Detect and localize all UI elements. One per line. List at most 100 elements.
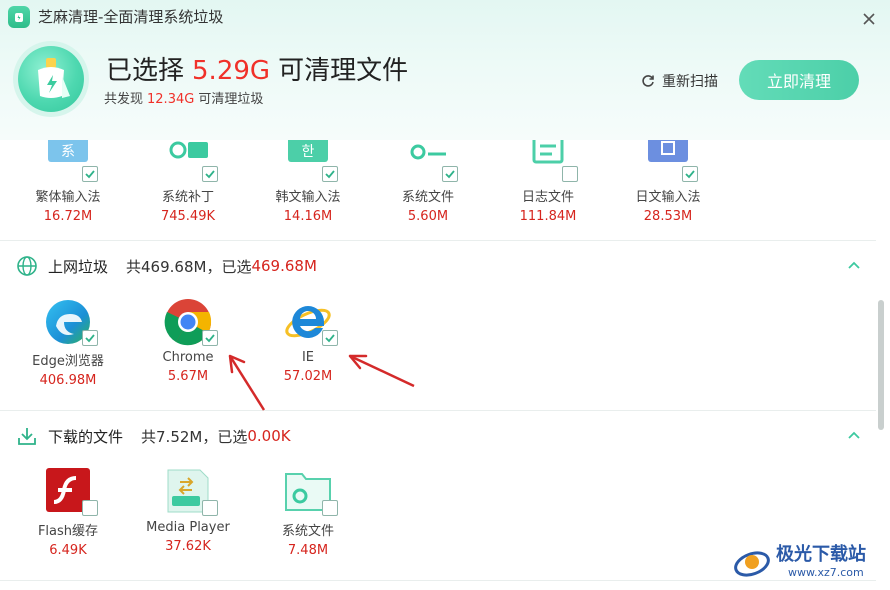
item-label: 系统文件 (281, 524, 334, 539)
item-label: Chrome (162, 350, 214, 365)
item-size: 28.53M (643, 209, 693, 224)
list-item[interactable]: 系统补丁 745.49K (128, 140, 248, 224)
item-size: 6.49K (49, 543, 87, 558)
list-item[interactable]: Edge浏览器 406.98M (8, 296, 128, 388)
item-label: Media Player (146, 520, 230, 535)
traditional-input-icon: 系 (42, 140, 98, 184)
section-total: 共469.68M，已选 (126, 257, 252, 276)
edge-icon (42, 296, 98, 348)
svg-text:한: 한 (302, 144, 315, 160)
list-item[interactable]: 日志文件 111.84M (488, 140, 608, 224)
download-icon (18, 428, 36, 445)
item-label: 日文输入法 (635, 190, 701, 205)
item-label: Edge浏览器 (32, 354, 104, 369)
chevron-up-icon (848, 431, 860, 439)
item-checkbox[interactable] (82, 500, 98, 516)
downloads-section-header: 下载的文件 共7.52M，已选 0.00K (16, 424, 291, 448)
watermark-url: www.xz7.com (788, 566, 864, 579)
flash-icon (42, 466, 98, 518)
collapse-button[interactable] (846, 258, 862, 274)
system-files-icon (402, 140, 458, 184)
close-button[interactable] (858, 8, 880, 30)
item-checkbox[interactable] (202, 500, 218, 516)
list-item[interactable]: 한 韩文输入法 14.16M (248, 140, 368, 224)
divider (0, 410, 876, 411)
section-selected-size: 469.68M (251, 257, 317, 275)
item-label: 系统文件 (401, 190, 454, 205)
item-label: 繁体输入法 (35, 190, 101, 205)
item-checkbox[interactable] (202, 166, 218, 182)
item-size: 14.16M (283, 209, 333, 224)
selected-size: 5.29G (192, 56, 271, 86)
item-checkbox[interactable] (82, 330, 98, 346)
system-patch-icon (162, 140, 218, 184)
list-item[interactable]: Chrome 5.67M (128, 296, 248, 384)
chrome-icon (162, 296, 218, 348)
list-item[interactable]: Flash缓存 6.49K (8, 466, 128, 558)
item-checkbox[interactable] (202, 330, 218, 346)
header: 芝麻清理-全面清理系统垃圾 已选择 5.29G 可清理文件 共发现 12.34G 可清理… (0, 0, 890, 140)
item-checkbox[interactable] (682, 166, 698, 182)
list-item[interactable]: 系统文件 5.60M (368, 140, 488, 224)
list-item[interactable]: Media Player 37.62K (128, 466, 248, 554)
globe-icon (17, 256, 37, 276)
korean-input-icon: 한 (282, 140, 338, 184)
scan-results: 系 繁体输入法 16.72M 系统补丁 745.49K 한 韩文输入法 14.1… (0, 140, 876, 590)
internet-explorer-icon (282, 296, 338, 348)
found-suffix: 可清理垃圾 (198, 92, 264, 107)
system-folder-icon (282, 466, 338, 518)
item-label: 韩文输入法 (275, 190, 341, 205)
item-size: 5.67M (167, 369, 209, 384)
svg-text:系: 系 (61, 144, 75, 160)
item-checkbox[interactable] (562, 166, 578, 182)
section-total: 共7.52M，已选 (141, 427, 248, 446)
item-size: 406.98M (39, 373, 97, 388)
chevron-up-icon (848, 261, 860, 269)
broom-logo-icon (18, 46, 84, 112)
found-size: 12.34G (147, 92, 195, 107)
selected-prefix: 已选择 (106, 56, 185, 86)
item-size: 111.84M (519, 209, 577, 224)
section-selected-size: 0.00K (247, 427, 291, 445)
divider (0, 240, 876, 241)
list-item[interactable]: IE 57.02M (248, 296, 368, 384)
item-label: IE (301, 350, 315, 365)
item-checkbox[interactable] (82, 166, 98, 182)
item-label: 系统补丁 (161, 190, 214, 205)
item-size: 16.72M (43, 209, 93, 224)
refresh-icon (642, 75, 654, 87)
list-item[interactable]: 系统文件 7.48M (248, 466, 368, 558)
item-size: 37.62K (165, 539, 211, 554)
watermark-logo-icon (734, 551, 770, 577)
rescan-label: 重新扫描 (662, 74, 718, 90)
found-summary: 共发现 12.34G 可清理垃圾 (104, 88, 263, 107)
item-size: 745.49K (160, 209, 215, 224)
found-prefix: 共发现 (104, 92, 144, 107)
internet-section-header: 上网垃圾 共469.68M，已选 469.68M (16, 254, 317, 278)
log-files-icon (522, 140, 578, 184)
app-logo-icon (8, 6, 30, 28)
clean-now-button[interactable]: 立即清理 (739, 60, 859, 100)
rescan-button[interactable]: 重新扫描 (640, 71, 718, 91)
close-icon (863, 13, 875, 25)
item-size: 5.60M (407, 209, 449, 224)
list-item[interactable]: 系 繁体输入法 16.72M (8, 140, 128, 224)
window-title: 芝麻清理-全面清理系统垃圾 (38, 8, 224, 26)
section-title: 下载的文件 (48, 427, 124, 446)
item-checkbox[interactable] (322, 500, 338, 516)
scrollbar-thumb[interactable] (878, 300, 884, 430)
item-size: 57.02M (283, 369, 333, 384)
item-label: 日志文件 (521, 190, 574, 205)
media-player-icon (162, 466, 218, 518)
list-item[interactable]: 日文输入法 28.53M (608, 140, 728, 224)
collapse-button[interactable] (846, 428, 862, 444)
japanese-input-icon (642, 140, 698, 184)
item-checkbox[interactable] (322, 166, 338, 182)
watermark: 极光下载站 www.xz7.com (730, 538, 890, 588)
item-checkbox[interactable] (442, 166, 458, 182)
item-checkbox[interactable] (322, 330, 338, 346)
item-label: Flash缓存 (37, 524, 99, 539)
selected-summary: 已选择 5.29G 可清理文件 (106, 50, 408, 87)
watermark-title: 极光下载站 (776, 544, 866, 565)
selected-suffix: 可清理文件 (278, 56, 409, 86)
